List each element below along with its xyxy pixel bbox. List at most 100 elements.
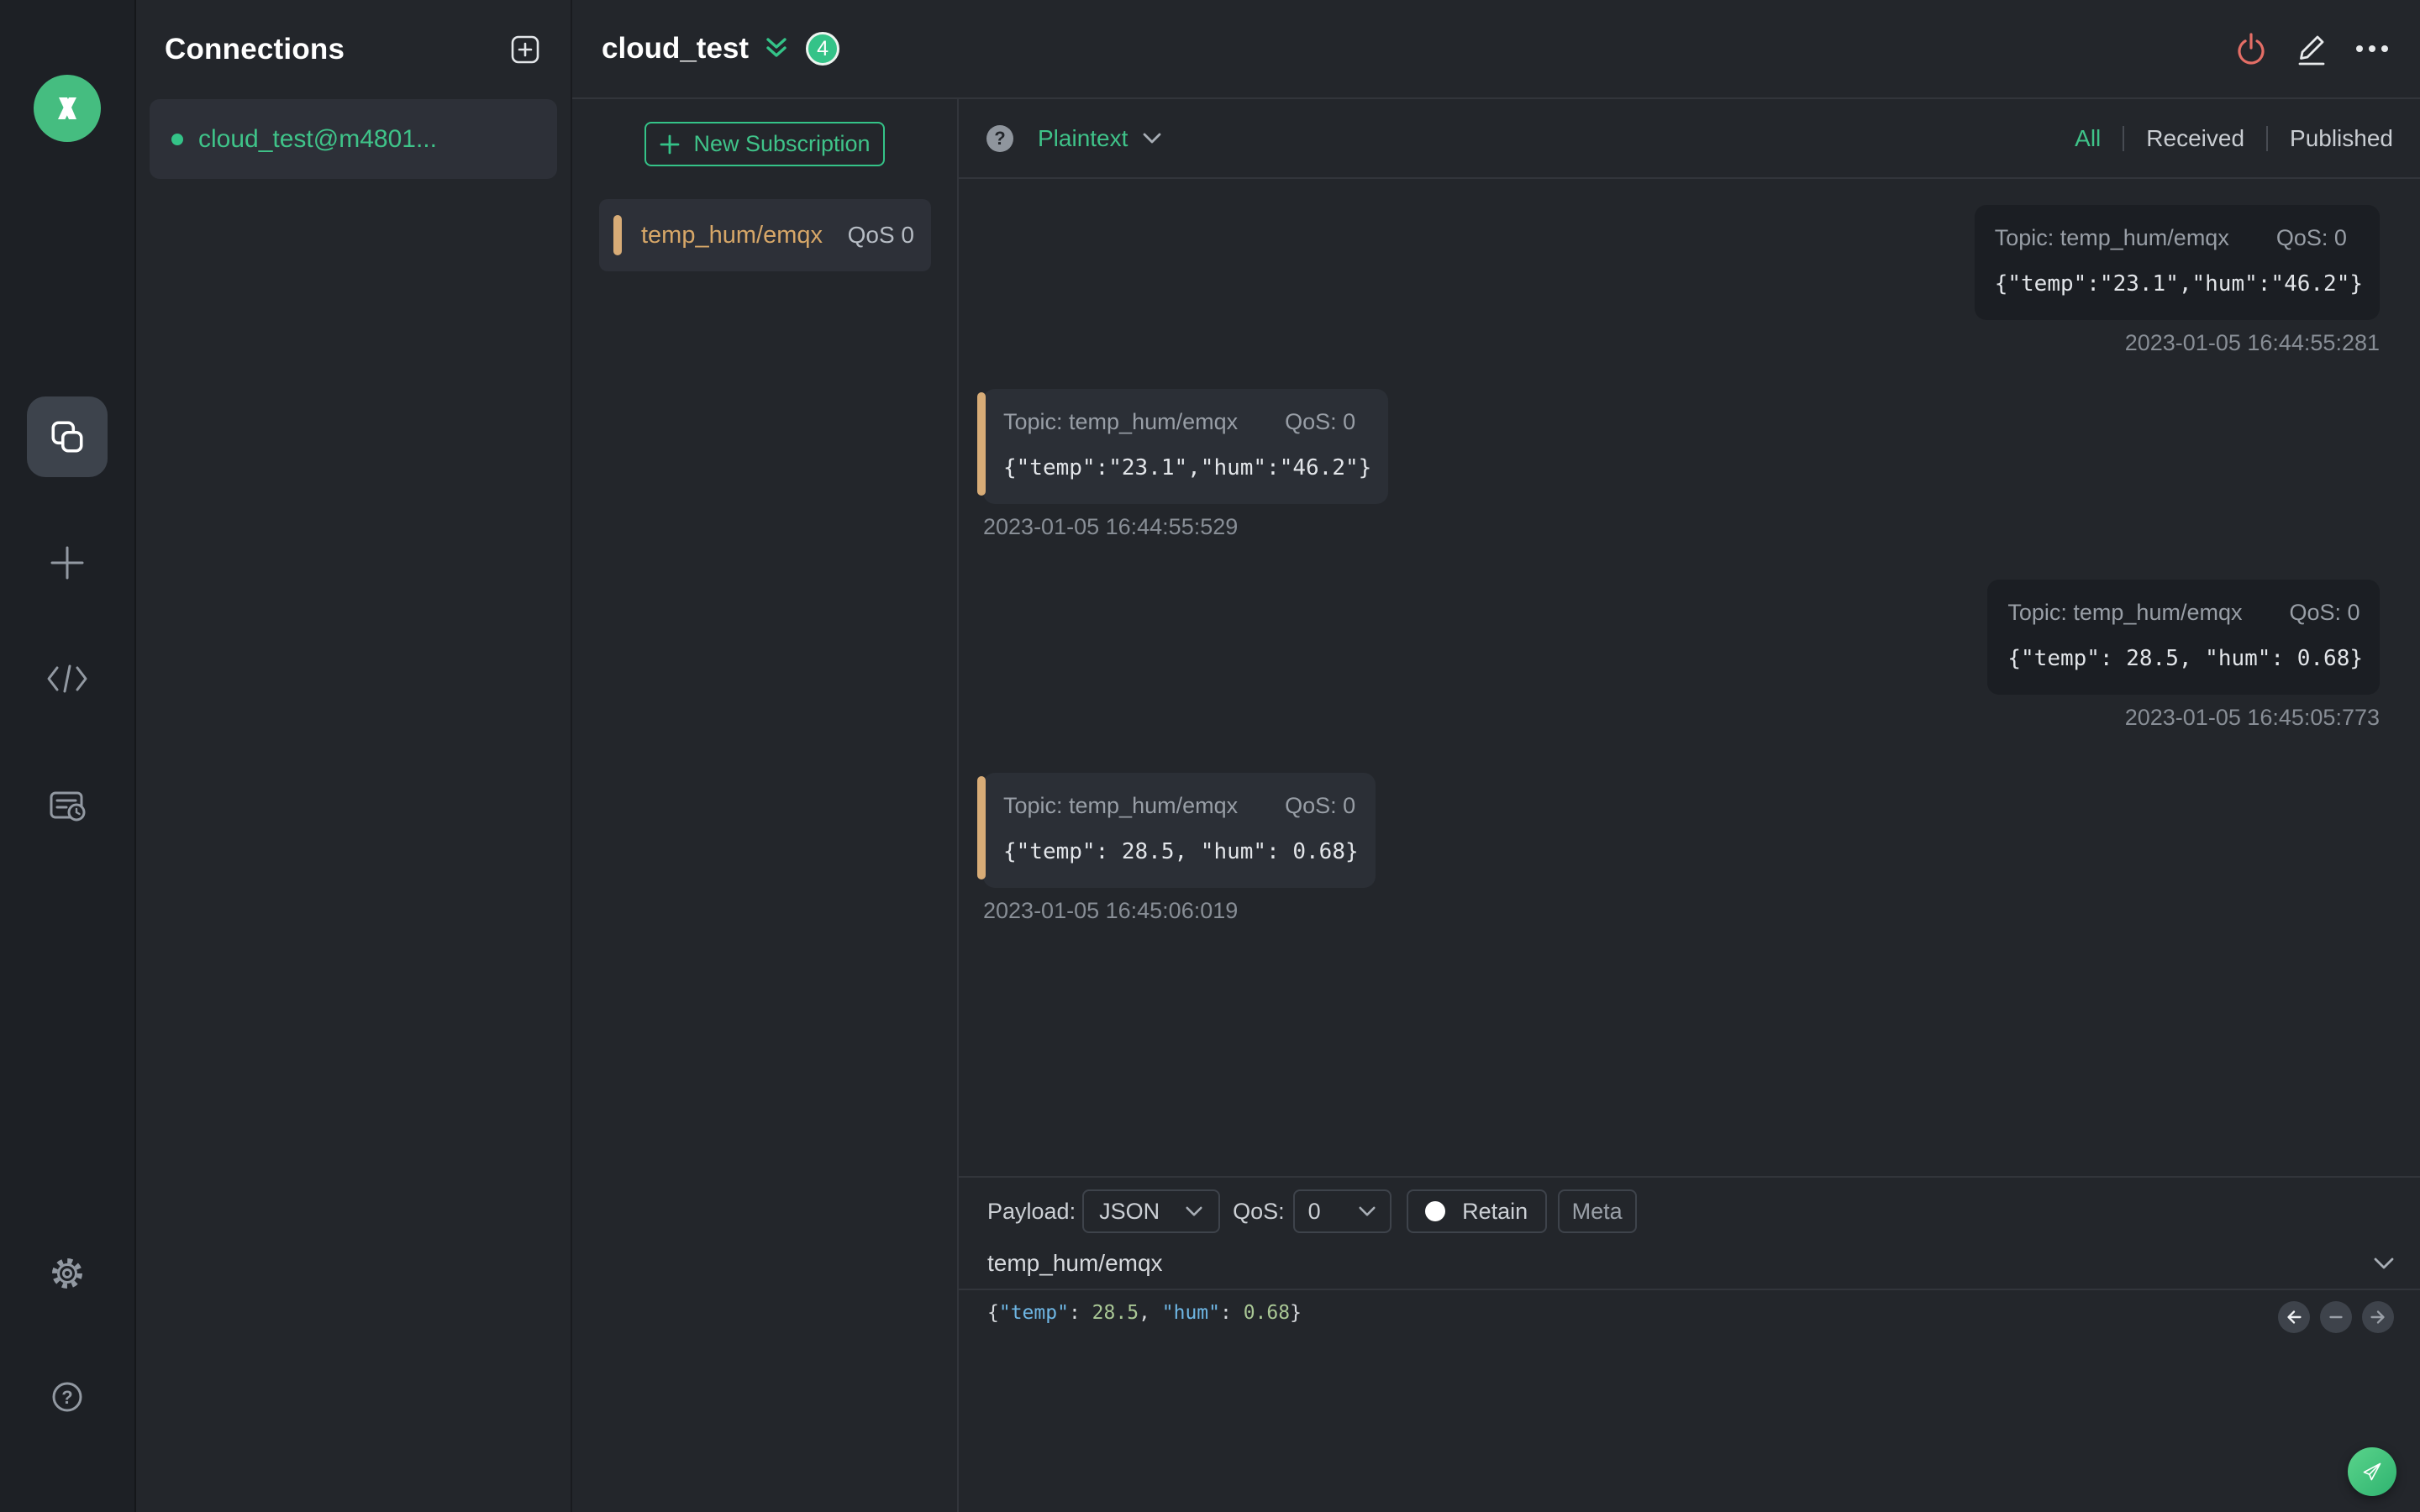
publish-topic-row: temp_hum/emqx (987, 1243, 2395, 1284)
subscription-color-bar (613, 215, 622, 255)
minus-icon (2329, 1315, 2343, 1319)
new-subscription-button[interactable]: New Subscription (644, 122, 885, 166)
messages-pane: ? Plaintext All Received Published Topic… (959, 99, 2420, 1512)
chevron-down-icon (1144, 133, 1161, 143)
message-list[interactable]: Topic: temp_hum/emqx QoS: 0 {"temp":"23.… (959, 179, 2420, 1176)
message-filter-tabs: All Received Published (2053, 125, 2415, 152)
svg-text:?: ? (61, 1387, 72, 1408)
connection-topbar: cloud_test 4 (572, 0, 2420, 99)
arrow-right-icon (2370, 1310, 2385, 1324)
mqttx-logo (34, 75, 101, 142)
message-card[interactable]: Topic: temp_hum/emqx QoS: 0 {"temp": 28.… (1987, 580, 2380, 695)
message-payload: {"temp": 28.5, "hum": 0.68} (1003, 839, 1359, 864)
collapse-editor-button[interactable] (2373, 1257, 2395, 1271)
ellipsis-icon (2356, 45, 2388, 52)
connections-panel: Connections cloud_test@m4801... (136, 0, 572, 1512)
pencil-icon (2298, 35, 2325, 66)
tab-all[interactable]: All (2053, 125, 2123, 152)
message-qos: QoS: 0 (1285, 793, 1356, 818)
message-count-badge: 4 (806, 32, 840, 66)
message-card[interactable]: Topic: temp_hum/emqx QoS: 0 {"temp":"23.… (976, 389, 1389, 504)
message-card[interactable]: Topic: temp_hum/emqx QoS: 0 {"temp": 28.… (977, 773, 1376, 888)
new-connection-button[interactable] (507, 31, 544, 68)
message-topic: Topic: temp_hum/emqx (1994, 225, 2229, 250)
subscription-item[interactable]: temp_hum/emqx QoS 0 (599, 199, 931, 271)
message-card[interactable]: Topic: temp_hum/emqx QoS: 0 {"temp":"23.… (1974, 205, 2380, 320)
connections-title: Connections (165, 33, 345, 66)
rail-connections-button[interactable] (27, 396, 108, 477)
app-window: ? Connections cloud_test@m4801... cloud_… (0, 0, 2420, 1512)
help-icon: ? (52, 1382, 82, 1412)
topbar-actions (2232, 29, 2391, 68)
message-published: Topic: temp_hum/emqx QoS: 0 {"temp": 28.… (1987, 580, 2380, 731)
chevron-down-icon (1359, 1206, 1376, 1215)
history-nav (2278, 1301, 2394, 1333)
subscriptions-column: New Subscription temp_hum/emqx QoS 0 (572, 99, 959, 1512)
payload-format-label: Payload: (987, 1198, 1076, 1224)
message-topic: Topic: temp_hum/emqx (1003, 409, 1239, 434)
publish-panel: Payload: JSON QoS: 0 Retain Meta temp_hu… (959, 1176, 2420, 1512)
message-payload: {"temp":"23.1","hum":"46.2"} (1994, 271, 2363, 297)
qos-label: QoS: (1233, 1198, 1285, 1224)
meta-label: Meta (1571, 1198, 1623, 1224)
subscription-qos: QoS 0 (847, 222, 914, 248)
message-qos: QoS: 0 (1285, 409, 1356, 434)
payload-format-value: JSON (1099, 1198, 1160, 1224)
history-clear-button[interactable] (2320, 1301, 2352, 1333)
disconnect-button[interactable] (2232, 29, 2270, 68)
message-format-dropdown[interactable]: Plaintext (1038, 125, 1162, 152)
message-topic: Topic: temp_hum/emqx (2007, 600, 2243, 625)
arrow-left-icon (2287, 1310, 2302, 1324)
tab-published[interactable]: Published (2268, 125, 2415, 152)
messages-header: ? Plaintext All Received Published (959, 99, 2420, 179)
message-timestamp: 2023-01-05 16:44:55:529 (983, 514, 1239, 539)
message-format-value: Plaintext (1038, 124, 1128, 151)
rail-script-button[interactable] (45, 662, 89, 696)
editor-divider (959, 1289, 2420, 1290)
retain-label: Retain (1462, 1198, 1528, 1224)
meta-button[interactable]: Meta (1557, 1189, 1637, 1233)
message-published: Topic: temp_hum/emqx QoS: 0 {"temp":"23.… (1974, 205, 2380, 356)
content-row: New Subscription temp_hum/emqx QoS 0 ? P… (572, 99, 2420, 1512)
rail-help-button[interactable]: ? (47, 1377, 87, 1417)
payload-format-help-icon[interactable]: ? (986, 124, 1013, 152)
connections-header: Connections (136, 0, 571, 99)
message-payload: {"temp":"23.1","hum":"46.2"} (1003, 455, 1372, 480)
log-icon (50, 791, 86, 822)
payload-editor-line[interactable]: {"temp": 28.5, "hum": 0.68} (987, 1300, 2420, 1326)
payload-format-select[interactable]: JSON (1082, 1189, 1221, 1233)
qos-select[interactable]: 0 (1292, 1189, 1392, 1233)
subscription-topic: temp_hum/emqx (641, 221, 823, 249)
plus-icon (660, 134, 680, 154)
collapse-panel-button[interactable] (762, 35, 791, 62)
history-next-button[interactable] (2362, 1301, 2394, 1333)
publish-toolbar: Payload: JSON QoS: 0 Retain Meta (987, 1189, 2420, 1233)
code-icon (47, 664, 87, 693)
message-received: Topic: temp_hum/emqx QoS: 0 {"temp": 28.… (977, 773, 1376, 924)
retain-toggle[interactable]: Retain (1406, 1189, 1547, 1233)
history-prev-button[interactable] (2278, 1301, 2310, 1333)
connection-list-item[interactable]: cloud_test@m4801... (150, 99, 557, 179)
tab-received[interactable]: Received (2124, 125, 2266, 152)
message-qos: QoS: 0 (2275, 225, 2347, 250)
nav-rail: ? (0, 0, 136, 1512)
rail-settings-button[interactable] (47, 1253, 87, 1294)
send-button[interactable] (2348, 1447, 2396, 1496)
send-plane-icon (2363, 1462, 2381, 1481)
new-subscription-label: New Subscription (693, 131, 871, 156)
retain-dot-icon (1425, 1201, 1446, 1221)
more-options-button[interactable] (2353, 29, 2391, 68)
rail-new-connection-button[interactable] (46, 542, 88, 584)
connection-name: cloud_test@m4801... (198, 124, 437, 153)
connections-icon (51, 421, 83, 453)
rail-log-button[interactable] (45, 785, 89, 826)
message-qos: QoS: 0 (2289, 600, 2360, 625)
message-topic: Topic: temp_hum/emqx (1003, 793, 1239, 818)
publish-topic-input[interactable]: temp_hum/emqx (987, 1250, 1163, 1277)
main-area: cloud_test 4 New Subscription temp_hum/e… (572, 0, 2420, 1512)
connection-title: cloud_test (602, 32, 750, 65)
qos-value: 0 (1307, 1198, 1321, 1224)
connection-status-dot (171, 133, 183, 145)
chevron-down-icon (2374, 1257, 2394, 1268)
edit-connection-button[interactable] (2292, 29, 2331, 68)
